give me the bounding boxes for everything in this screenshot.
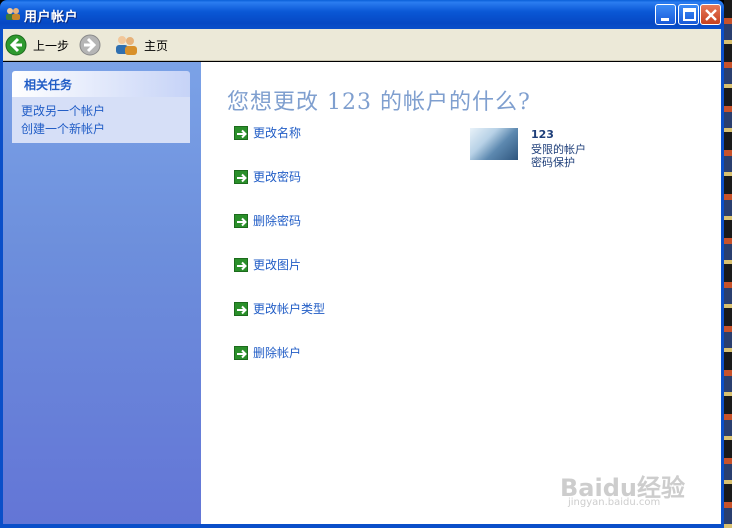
action-label: 删除密码 — [253, 214, 302, 228]
green-arrow-icon — [234, 301, 248, 316]
create-new-account-link[interactable]: 创建一个新帐户 — [21, 120, 190, 138]
minimize-icon — [661, 18, 669, 21]
green-arrow-icon — [234, 213, 248, 228]
maximize-button[interactable] — [678, 4, 699, 25]
delete-account-link[interactable]: 删除帐户 — [234, 344, 301, 361]
change-another-account-link[interactable]: 更改另一个帐户 — [21, 102, 190, 120]
maximize-icon — [683, 8, 696, 21]
account-name: 123 — [531, 128, 554, 141]
users-home-icon — [116, 36, 137, 55]
remove-password-link[interactable]: 删除密码 — [234, 212, 301, 229]
close-icon — [705, 9, 717, 21]
related-tasks-header: 相关任务 — [12, 71, 190, 97]
green-arrow-icon — [234, 257, 248, 272]
page-title: 您想更改 123 的帐户的什么? — [227, 90, 531, 115]
green-arrow-icon — [234, 125, 248, 140]
change-picture-link[interactable]: 更改图片 — [234, 256, 301, 273]
action-label: 删除帐户 — [253, 346, 302, 360]
action-label: 更改名称 — [253, 126, 302, 140]
close-button[interactable] — [700, 4, 721, 25]
forward-arrow-icon — [79, 34, 101, 56]
minimize-button[interactable] — [655, 4, 676, 25]
main-content: 您想更改 123 的帐户的什么? 更改名称 更改密码 删除密码 更改图片 更改帐… — [201, 62, 721, 524]
window-frame-bottom — [3, 524, 721, 528]
action-label: 更改帐户类型 — [253, 302, 326, 316]
action-label: 更改密码 — [253, 170, 302, 184]
home-button[interactable]: 主页 — [114, 32, 168, 58]
toolbar: 上一步 主页 — [3, 29, 721, 61]
related-tasks-list: 更改另一个帐户 创建一个新帐户 — [12, 97, 190, 143]
watermark-url: jingyan.baidu.com — [568, 497, 661, 508]
window-title: 用户帐户 — [24, 10, 79, 25]
change-name-link[interactable]: 更改名称 — [234, 124, 301, 141]
account-password-status: 密码保护 — [531, 156, 575, 169]
task-pane: 相关任务 更改另一个帐户 创建一个新帐户 — [3, 62, 201, 528]
green-arrow-icon — [234, 345, 248, 360]
forward-button[interactable] — [79, 32, 101, 58]
related-tasks-box: 相关任务 更改另一个帐户 创建一个新帐户 — [12, 71, 190, 143]
users-icon — [5, 6, 21, 22]
back-arrow-icon — [5, 34, 27, 56]
account-picture — [470, 128, 518, 160]
green-arrow-icon — [234, 169, 248, 184]
action-label: 更改图片 — [253, 258, 302, 272]
title-bar[interactable]: 用户帐户 — [0, 0, 724, 29]
desktop-background — [724, 0, 732, 528]
change-password-link[interactable]: 更改密码 — [234, 168, 301, 185]
back-button[interactable]: 上一步 — [5, 32, 69, 58]
home-label: 主页 — [144, 38, 169, 53]
back-label: 上一步 — [33, 38, 70, 53]
change-account-type-link[interactable]: 更改帐户类型 — [234, 300, 325, 317]
